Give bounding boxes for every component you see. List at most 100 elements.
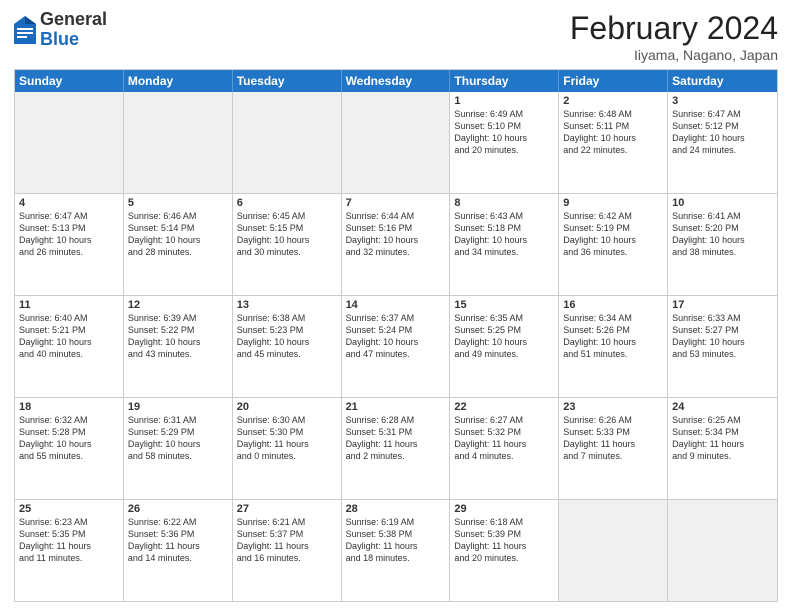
day-number-7: 7 (346, 197, 446, 209)
day-number-26: 26 (128, 503, 228, 515)
day-number-13: 13 (237, 299, 337, 311)
day-number-8: 8 (454, 197, 554, 209)
calendar: SundayMondayTuesdayWednesdayThursdayFrid… (14, 69, 778, 602)
day-cell-19: 19Sunrise: 6:31 AMSunset: 5:29 PMDayligh… (124, 398, 233, 499)
day-cell-13: 13Sunrise: 6:38 AMSunset: 5:23 PMDayligh… (233, 296, 342, 397)
day-info-15: Sunrise: 6:35 AMSunset: 5:25 PMDaylight:… (454, 312, 554, 361)
day-number-16: 16 (563, 299, 663, 311)
day-cell-8: 8Sunrise: 6:43 AMSunset: 5:18 PMDaylight… (450, 194, 559, 295)
day-info-18: Sunrise: 6:32 AMSunset: 5:28 PMDaylight:… (19, 414, 119, 463)
day-info-11: Sunrise: 6:40 AMSunset: 5:21 PMDaylight:… (19, 312, 119, 361)
day-number-22: 22 (454, 401, 554, 413)
day-number-17: 17 (672, 299, 773, 311)
day-number-24: 24 (672, 401, 773, 413)
day-info-4: Sunrise: 6:47 AMSunset: 5:13 PMDaylight:… (19, 210, 119, 259)
day-info-14: Sunrise: 6:37 AMSunset: 5:24 PMDaylight:… (346, 312, 446, 361)
day-number-4: 4 (19, 197, 119, 209)
day-cell-7: 7Sunrise: 6:44 AMSunset: 5:16 PMDaylight… (342, 194, 451, 295)
day-info-7: Sunrise: 6:44 AMSunset: 5:16 PMDaylight:… (346, 210, 446, 259)
day-info-1: Sunrise: 6:49 AMSunset: 5:10 PMDaylight:… (454, 108, 554, 157)
day-info-17: Sunrise: 6:33 AMSunset: 5:27 PMDaylight:… (672, 312, 773, 361)
day-cell-empty-r0c3 (342, 92, 451, 193)
day-cell-12: 12Sunrise: 6:39 AMSunset: 5:22 PMDayligh… (124, 296, 233, 397)
day-cell-empty-r0c2 (233, 92, 342, 193)
day-info-23: Sunrise: 6:26 AMSunset: 5:33 PMDaylight:… (563, 414, 663, 463)
weekday-header-wednesday: Wednesday (342, 70, 451, 92)
calendar-row-2: 11Sunrise: 6:40 AMSunset: 5:21 PMDayligh… (15, 295, 777, 397)
weekday-header-friday: Friday (559, 70, 668, 92)
day-cell-29: 29Sunrise: 6:18 AMSunset: 5:39 PMDayligh… (450, 500, 559, 601)
location-title: Iiyama, Nagano, Japan (570, 47, 778, 63)
day-number-23: 23 (563, 401, 663, 413)
day-info-21: Sunrise: 6:28 AMSunset: 5:31 PMDaylight:… (346, 414, 446, 463)
day-cell-17: 17Sunrise: 6:33 AMSunset: 5:27 PMDayligh… (668, 296, 777, 397)
day-cell-27: 27Sunrise: 6:21 AMSunset: 5:37 PMDayligh… (233, 500, 342, 601)
day-number-1: 1 (454, 95, 554, 107)
day-cell-2: 2Sunrise: 6:48 AMSunset: 5:11 PMDaylight… (559, 92, 668, 193)
day-cell-empty-r4c6 (668, 500, 777, 601)
calendar-row-3: 18Sunrise: 6:32 AMSunset: 5:28 PMDayligh… (15, 397, 777, 499)
day-info-28: Sunrise: 6:19 AMSunset: 5:38 PMDaylight:… (346, 516, 446, 565)
day-number-20: 20 (237, 401, 337, 413)
logo-blue: Blue (40, 29, 79, 49)
day-info-6: Sunrise: 6:45 AMSunset: 5:15 PMDaylight:… (237, 210, 337, 259)
day-cell-5: 5Sunrise: 6:46 AMSunset: 5:14 PMDaylight… (124, 194, 233, 295)
day-number-3: 3 (672, 95, 773, 107)
day-number-6: 6 (237, 197, 337, 209)
day-number-29: 29 (454, 503, 554, 515)
day-number-27: 27 (237, 503, 337, 515)
day-info-13: Sunrise: 6:38 AMSunset: 5:23 PMDaylight:… (237, 312, 337, 361)
day-number-12: 12 (128, 299, 228, 311)
day-number-21: 21 (346, 401, 446, 413)
header: General Blue February 2024 Iiyama, Nagan… (14, 10, 778, 63)
day-info-24: Sunrise: 6:25 AMSunset: 5:34 PMDaylight:… (672, 414, 773, 463)
day-cell-21: 21Sunrise: 6:28 AMSunset: 5:31 PMDayligh… (342, 398, 451, 499)
weekday-header-monday: Monday (124, 70, 233, 92)
day-info-2: Sunrise: 6:48 AMSunset: 5:11 PMDaylight:… (563, 108, 663, 157)
day-cell-24: 24Sunrise: 6:25 AMSunset: 5:34 PMDayligh… (668, 398, 777, 499)
day-info-27: Sunrise: 6:21 AMSunset: 5:37 PMDaylight:… (237, 516, 337, 565)
day-info-29: Sunrise: 6:18 AMSunset: 5:39 PMDaylight:… (454, 516, 554, 565)
day-number-14: 14 (346, 299, 446, 311)
calendar-row-1: 4Sunrise: 6:47 AMSunset: 5:13 PMDaylight… (15, 193, 777, 295)
logo: General Blue (14, 10, 107, 50)
day-cell-28: 28Sunrise: 6:19 AMSunset: 5:38 PMDayligh… (342, 500, 451, 601)
weekday-header-sunday: Sunday (15, 70, 124, 92)
day-number-9: 9 (563, 197, 663, 209)
calendar-body: 1Sunrise: 6:49 AMSunset: 5:10 PMDaylight… (15, 92, 777, 601)
page: General Blue February 2024 Iiyama, Nagan… (0, 0, 792, 612)
day-info-22: Sunrise: 6:27 AMSunset: 5:32 PMDaylight:… (454, 414, 554, 463)
day-number-28: 28 (346, 503, 446, 515)
day-number-25: 25 (19, 503, 119, 515)
month-title: February 2024 (570, 10, 778, 47)
day-cell-3: 3Sunrise: 6:47 AMSunset: 5:12 PMDaylight… (668, 92, 777, 193)
calendar-header: SundayMondayTuesdayWednesdayThursdayFrid… (15, 70, 777, 92)
day-number-2: 2 (563, 95, 663, 107)
day-cell-22: 22Sunrise: 6:27 AMSunset: 5:32 PMDayligh… (450, 398, 559, 499)
calendar-row-0: 1Sunrise: 6:49 AMSunset: 5:10 PMDaylight… (15, 92, 777, 193)
weekday-header-thursday: Thursday (450, 70, 559, 92)
title-block: February 2024 Iiyama, Nagano, Japan (570, 10, 778, 63)
day-info-8: Sunrise: 6:43 AMSunset: 5:18 PMDaylight:… (454, 210, 554, 259)
day-number-19: 19 (128, 401, 228, 413)
day-cell-18: 18Sunrise: 6:32 AMSunset: 5:28 PMDayligh… (15, 398, 124, 499)
day-cell-6: 6Sunrise: 6:45 AMSunset: 5:15 PMDaylight… (233, 194, 342, 295)
day-cell-9: 9Sunrise: 6:42 AMSunset: 5:19 PMDaylight… (559, 194, 668, 295)
day-cell-23: 23Sunrise: 6:26 AMSunset: 5:33 PMDayligh… (559, 398, 668, 499)
day-number-5: 5 (128, 197, 228, 209)
day-cell-14: 14Sunrise: 6:37 AMSunset: 5:24 PMDayligh… (342, 296, 451, 397)
day-info-9: Sunrise: 6:42 AMSunset: 5:19 PMDaylight:… (563, 210, 663, 259)
day-number-11: 11 (19, 299, 119, 311)
logo-text: General Blue (40, 10, 107, 50)
day-number-18: 18 (19, 401, 119, 413)
day-cell-empty-r0c0 (15, 92, 124, 193)
day-cell-26: 26Sunrise: 6:22 AMSunset: 5:36 PMDayligh… (124, 500, 233, 601)
day-cell-empty-r4c5 (559, 500, 668, 601)
day-info-25: Sunrise: 6:23 AMSunset: 5:35 PMDaylight:… (19, 516, 119, 565)
day-info-10: Sunrise: 6:41 AMSunset: 5:20 PMDaylight:… (672, 210, 773, 259)
day-cell-20: 20Sunrise: 6:30 AMSunset: 5:30 PMDayligh… (233, 398, 342, 499)
day-cell-25: 25Sunrise: 6:23 AMSunset: 5:35 PMDayligh… (15, 500, 124, 601)
day-info-26: Sunrise: 6:22 AMSunset: 5:36 PMDaylight:… (128, 516, 228, 565)
day-cell-15: 15Sunrise: 6:35 AMSunset: 5:25 PMDayligh… (450, 296, 559, 397)
day-info-19: Sunrise: 6:31 AMSunset: 5:29 PMDaylight:… (128, 414, 228, 463)
